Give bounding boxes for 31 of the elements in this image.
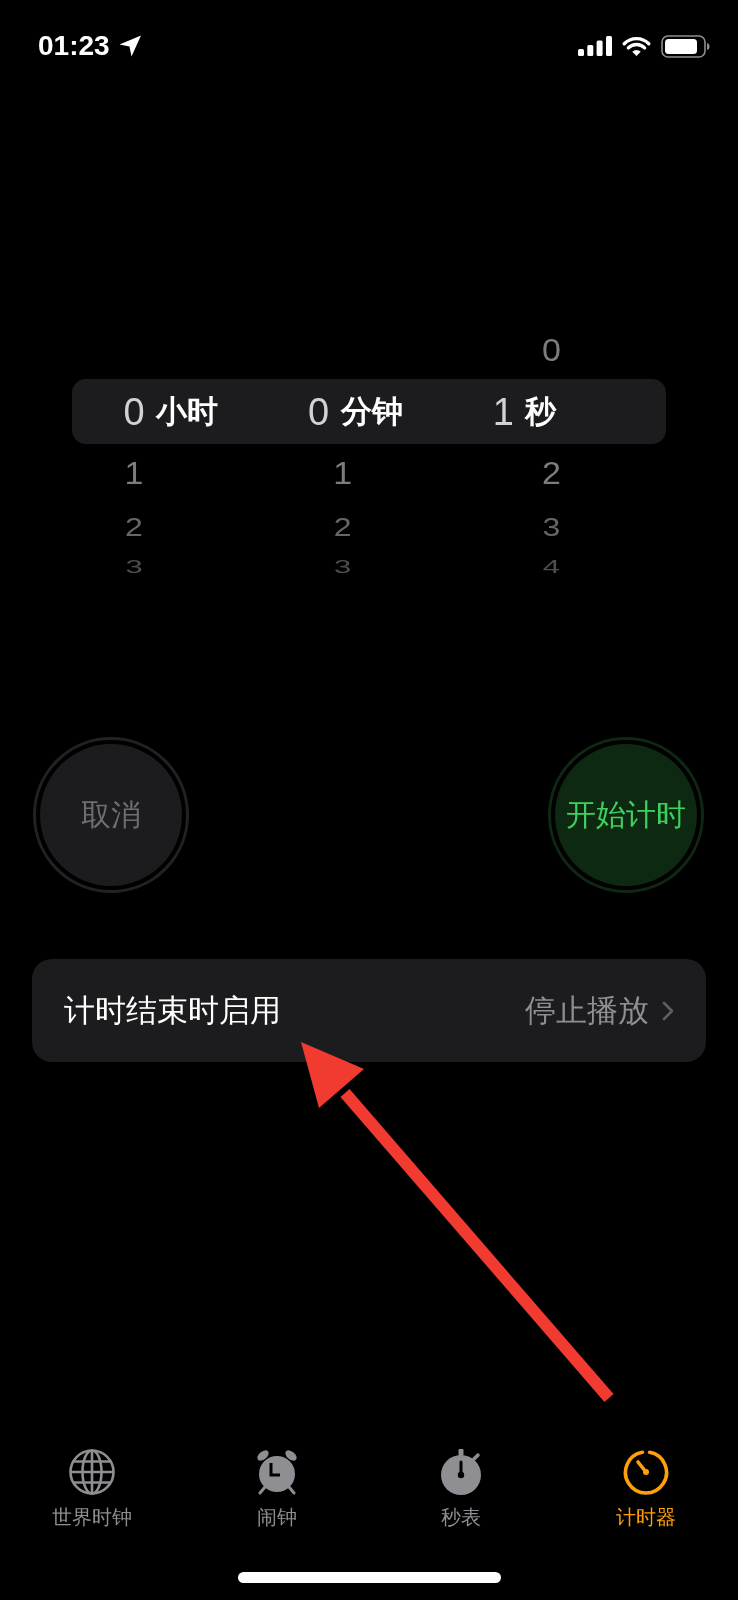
row-value: 停止播放	[525, 995, 649, 1026]
picker-value[interactable]: 4	[529, 556, 574, 576]
settings-row[interactable]: 计时结束时启用 停止播放	[32, 959, 706, 1062]
tab[interactable]: 秒表	[369, 1449, 554, 1529]
timer-icon	[622, 1449, 669, 1495]
location-arrow-icon	[118, 35, 142, 57]
signal-icon	[578, 36, 612, 56]
picker-value[interactable]: 3	[529, 514, 574, 540]
chevron-icon	[662, 1000, 674, 1021]
battery-icon	[661, 34, 710, 58]
picker-value[interactable]: 3	[112, 556, 156, 576]
picker-unit-label: 秒	[525, 396, 557, 427]
picker-value[interactable]: 0	[296, 392, 341, 431]
picker-value[interactable]: 3	[320, 556, 365, 576]
picker-unit-label: 小时	[156, 396, 218, 427]
tab[interactable]: 世界时钟	[0, 1449, 185, 1529]
picker-value[interactable]: 2	[112, 514, 156, 540]
row-label: 计时结束时启用	[64, 995, 281, 1026]
picker-unit-label: 分钟	[340, 396, 403, 427]
status-time: 01:23	[38, 32, 110, 60]
start-button[interactable]: 开始计时	[548, 737, 704, 893]
picker-value[interactable]: 0	[112, 392, 156, 431]
picker-value[interactable]: 1	[112, 457, 156, 489]
picker-value[interactable]: 2	[320, 514, 365, 540]
tab[interactable]: 计时器	[553, 1449, 738, 1529]
tab[interactable]: 闹钟	[184, 1449, 369, 1529]
picker-value[interactable]: 0	[529, 334, 574, 366]
picker-value[interactable]: 1	[320, 457, 365, 489]
picker-value[interactable]: 2	[529, 457, 574, 489]
globe-icon	[69, 1449, 116, 1495]
wifi-icon	[621, 35, 652, 57]
